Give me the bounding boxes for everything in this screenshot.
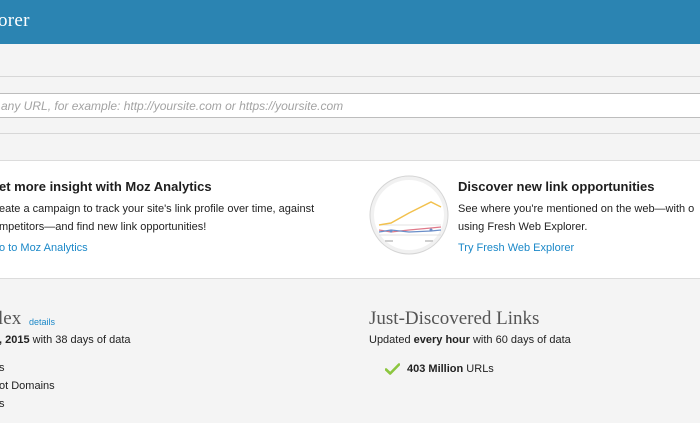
search-bar: [0, 76, 700, 134]
url-search-input[interactable]: [0, 93, 700, 118]
promo-discover-text-line2: using Fresh Web Explorer.: [458, 221, 588, 233]
promo-discover-title: Discover new link opportunities: [458, 179, 655, 194]
discovered-url-count: 403 Million: [407, 363, 464, 375]
index-date: , 2015: [0, 334, 30, 346]
promo-analytics-text-line1: eate a campaign to track your site's lin…: [0, 203, 315, 215]
promo-analytics-title: et more insight with Moz Analytics: [0, 179, 212, 194]
index-stat-urls: s: [0, 362, 5, 374]
moz-analytics-link[interactable]: o to Moz Analytics: [0, 242, 88, 254]
app-title: orer: [0, 10, 30, 31]
discovered-days-of-data: with 60 days of data: [469, 334, 571, 346]
discovered-url-label: URLs: [463, 363, 494, 375]
discovered-section-title: Just-Discovered Links: [369, 308, 540, 329]
index-update-info: , 2015 with 38 days of data: [0, 334, 131, 346]
index-details-link[interactable]: details: [29, 317, 55, 327]
index-stat-links: s: [0, 398, 5, 410]
discovered-prefix: Updated: [369, 334, 414, 346]
promo-discover-text-line1: See where you're mentioned on the web—wi…: [458, 203, 695, 215]
app-header: orer: [0, 0, 700, 44]
index-section-title: lex: [0, 308, 22, 329]
fresh-web-explorer-link[interactable]: Try Fresh Web Explorer: [458, 242, 574, 254]
promo-analytics-text-line2: mpetitors—and find new link opportunitie…: [0, 221, 207, 233]
index-days-of-data: with 38 days of data: [29, 334, 131, 346]
line-chart-thumbnail-icon: [369, 175, 449, 255]
discovered-update-info: Updated every hour with 60 days of data: [369, 334, 571, 346]
discovered-frequency: every hour: [413, 334, 470, 346]
checkmark-icon: [385, 363, 400, 375]
index-stat-root-domains: ot Domains: [0, 380, 55, 392]
discovered-stat-urls: 403 Million URLs: [407, 363, 494, 375]
